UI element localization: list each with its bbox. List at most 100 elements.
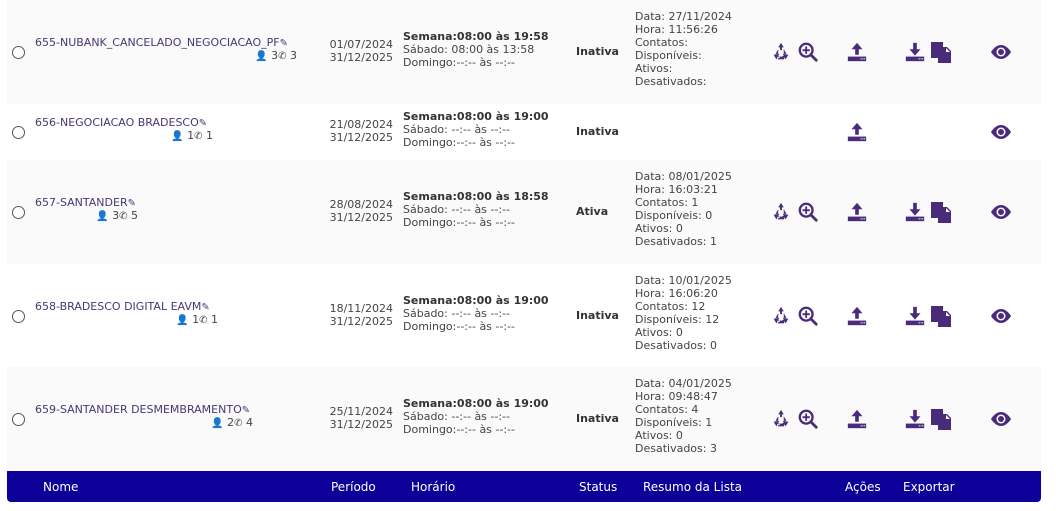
eye-icon[interactable] (989, 120, 1013, 144)
status-badge: Ativa (576, 205, 609, 218)
column-header-horario[interactable]: Horário (411, 480, 455, 494)
schedule-saturday: Sábado: --:-- às --:-- (403, 410, 510, 423)
phone-icon: ✆ (194, 131, 203, 142)
summary-line: Hora: 16:06:20 (635, 286, 718, 300)
schedule: Semana:08:00 às 19:58 Sábado: 08:00 às 1… (403, 30, 549, 69)
pencil-icon[interactable]: ✎ (280, 38, 288, 49)
list-summary: Data: 27/11/2024 Hora: 11:56:26 Contatos: D… (635, 10, 732, 88)
schedule-saturday: Sábado: 08:00 às 13:58 (403, 43, 535, 56)
table-row: 657-SANTANDER✎ 👤 3✆ 5 28/08/2024 31/12/2… (7, 160, 1041, 265)
summary-line: Ativos: (635, 62, 673, 75)
eye-icon[interactable] (989, 40, 1013, 64)
summary-line: Ativos: 0 (635, 429, 683, 442)
eye-icon[interactable] (989, 200, 1013, 224)
schedule-weekday: Semana:08:00 às 19:00 (403, 397, 549, 410)
campaign-name[interactable]: 659-SANTANDER DESMEMBRAMENTO (35, 403, 242, 416)
row-select-radio[interactable] (12, 126, 25, 139)
summary-line: Data: 27/11/2024 (635, 10, 732, 23)
pencil-icon[interactable]: ✎ (201, 302, 209, 313)
phone-count: 1 (211, 312, 218, 326)
recycle-icon[interactable] (770, 201, 792, 223)
schedule-sunday: Domingo:--:-- às --:-- (403, 423, 515, 436)
summary-line: Contatos: (635, 36, 688, 49)
period-start: 18/11/2024 (329, 301, 393, 315)
upload-icon[interactable] (846, 121, 868, 143)
summary-line: Hora: 09:48:47 (635, 390, 718, 403)
campaign-name[interactable]: 657-SANTANDER (35, 196, 128, 209)
eye-icon[interactable] (989, 304, 1013, 328)
campaign-counts: 👤 3✆ 3 (255, 49, 297, 62)
summary-line: Contatos: 4 (635, 403, 699, 416)
phone-icon: ✆ (119, 211, 128, 222)
copy-icon[interactable] (929, 200, 953, 224)
schedule-sunday: Domingo:--:-- às --:-- (403, 56, 515, 69)
status-badge: Inativa (576, 45, 619, 58)
campaign-name-link[interactable]: 657-SANTANDER✎ (35, 196, 136, 209)
campaign-name-link[interactable]: 655-NUBANK_CANCELADO_NEGOCIACAO_PF✎ (35, 36, 288, 49)
table-row: 658-BRADESCO DIGITAL EAVM✎ 👤 1✆ 1 18/11/… (7, 264, 1041, 368)
table-row: 655-NUBANK_CANCELADO_NEGOCIACAO_PF✎ 👤 3✆… (7, 0, 1041, 105)
list-summary: Data: 10/01/2025 Hora: 16:06:20 Contatos: … (635, 274, 732, 352)
period-end: 31/12/2025 (329, 131, 393, 144)
table-row: 659-SANTANDER DESMEMBRAMENTO✎ 👤 2✆ 4 25/… (7, 367, 1041, 472)
schedule-weekday: Semana:08:00 às 19:00 (403, 293, 549, 307)
user-icon: 👤 (96, 211, 109, 222)
pencil-icon[interactable]: ✎ (199, 118, 207, 129)
phone-count: 4 (246, 416, 253, 429)
upload-icon[interactable] (846, 201, 868, 223)
schedule-saturday: Sábado: --:-- às --:-- (403, 306, 510, 320)
download-icon[interactable] (904, 408, 926, 430)
campaign-name[interactable]: 656-NEGOCIACAO BRADESCO (35, 116, 199, 129)
user-icon: 👤 (171, 131, 184, 142)
summary-line: Ativos: 0 (635, 222, 683, 235)
copy-icon[interactable] (929, 40, 953, 64)
list-summary: Data: 04/01/2025 Hora: 09:48:47 Contatos: … (635, 377, 732, 455)
column-header-nome[interactable]: Nome (43, 480, 78, 494)
table-header-bar: Nome Período Horário Status Resumo da Li… (7, 471, 1041, 502)
period: 18/11/2024 31/12/2025 (323, 302, 393, 328)
period-end: 31/12/2025 (329, 51, 393, 64)
period-start: 01/07/2024 (329, 38, 393, 51)
schedule: Semana:08:00 às 19:00 Sábado: --:-- às -… (403, 110, 549, 149)
phone-icon: ✆ (199, 314, 208, 326)
campaign-name[interactable]: 658-BRADESCO DIGITAL EAVM (35, 300, 201, 313)
period-start: 21/08/2024 (329, 118, 393, 131)
summary-line: Disponíveis: 0 (635, 209, 713, 222)
row-select-radio[interactable] (12, 309, 25, 323)
campaign-name[interactable]: 655-NUBANK_CANCELADO_NEGOCIACAO_PF (35, 36, 280, 49)
row-select-radio[interactable] (12, 413, 25, 426)
column-header-periodo[interactable]: Período (331, 480, 376, 494)
zoom-in-icon[interactable] (797, 305, 819, 327)
user-icon: 👤 (176, 314, 189, 326)
download-icon[interactable] (904, 41, 926, 63)
summary-line: Desativados: (635, 75, 707, 88)
upload-icon[interactable] (846, 41, 868, 63)
eye-icon[interactable] (989, 407, 1013, 431)
zoom-in-icon[interactable] (797, 408, 819, 430)
download-icon[interactable] (904, 201, 926, 223)
campaign-name-link[interactable]: 656-NEGOCIACAO BRADESCO✎ (35, 116, 207, 129)
phone-count: 3 (290, 49, 297, 62)
column-header-resumo[interactable]: Resumo da Lista (643, 480, 742, 494)
download-icon[interactable] (904, 305, 926, 327)
copy-icon[interactable] (929, 407, 953, 431)
summary-line: Contatos: 1 (635, 196, 699, 209)
column-header-status[interactable]: Status (579, 480, 617, 494)
pencil-icon[interactable]: ✎ (128, 198, 136, 209)
row-select-radio[interactable] (12, 206, 25, 219)
recycle-icon[interactable] (770, 305, 792, 327)
row-select-radio[interactable] (12, 46, 25, 59)
recycle-icon[interactable] (770, 408, 792, 430)
pencil-icon[interactable]: ✎ (242, 405, 250, 416)
campaign-counts: 👤 1✆ 1 (176, 313, 218, 326)
zoom-in-icon[interactable] (797, 201, 819, 223)
column-header-exportar[interactable]: Exportar (903, 480, 955, 494)
campaign-name-link[interactable]: 658-BRADESCO DIGITAL EAVM✎ (35, 300, 210, 313)
copy-icon[interactable] (929, 304, 953, 328)
recycle-icon[interactable] (770, 41, 792, 63)
upload-icon[interactable] (846, 408, 868, 430)
campaign-name-link[interactable]: 659-SANTANDER DESMEMBRAMENTO✎ (35, 403, 250, 416)
upload-icon[interactable] (846, 305, 868, 327)
column-header-acoes[interactable]: Ações (845, 480, 881, 494)
zoom-in-icon[interactable] (797, 41, 819, 63)
